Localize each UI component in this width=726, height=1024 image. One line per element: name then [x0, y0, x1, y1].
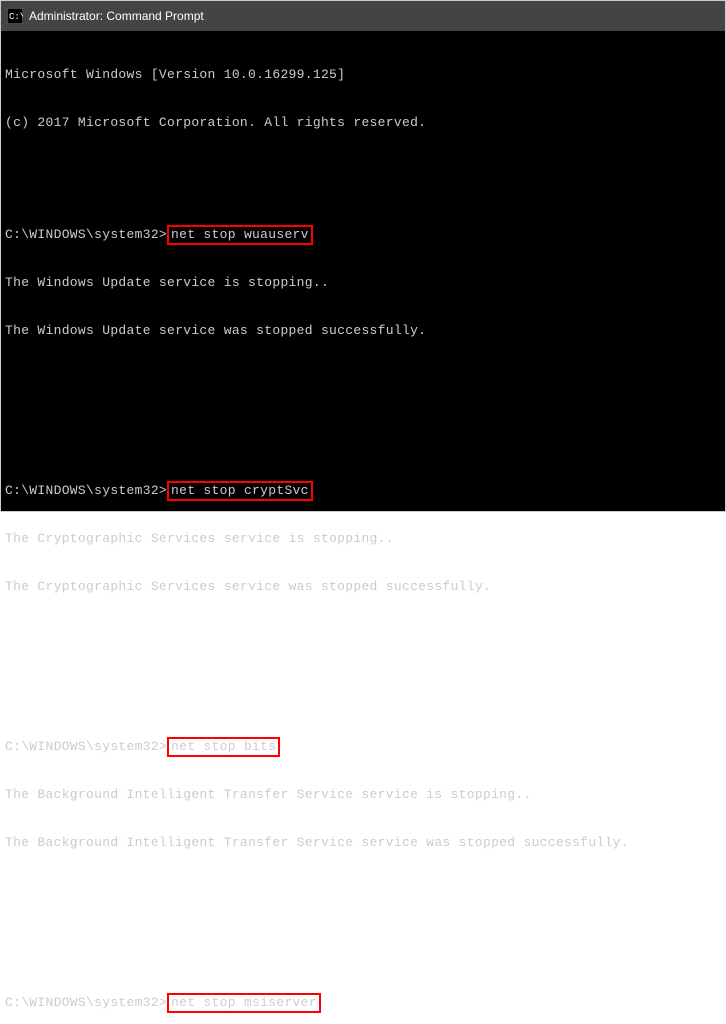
svg-text:C:\: C:\ [9, 12, 23, 22]
command-2: net stop bits [167, 737, 280, 757]
titlebar[interactable]: C:\ Administrator: Command Prompt [1, 1, 725, 31]
version-line: Microsoft Windows [Version 10.0.16299.12… [5, 67, 345, 82]
prompt: C:\WINDOWS\system32> [5, 739, 167, 754]
command-1: net stop cryptSvc [167, 481, 313, 501]
output-1-1: The Cryptographic Services service was s… [5, 579, 491, 594]
output-1-0: The Cryptographic Services service is st… [5, 531, 394, 546]
output-0-0: The Windows Update service is stopping.. [5, 275, 329, 290]
output-2-1: The Background Intelligent Transfer Serv… [5, 835, 629, 850]
window-title: Administrator: Command Prompt [29, 9, 204, 23]
terminal-area[interactable]: Microsoft Windows [Version 10.0.16299.12… [1, 31, 725, 511]
cmd-icon: C:\ [7, 8, 23, 24]
prompt: C:\WINDOWS\system32> [5, 995, 167, 1010]
copyright-line: (c) 2017 Microsoft Corporation. All righ… [5, 115, 426, 130]
command-3: net stop msiserver [167, 993, 321, 1013]
prompt: C:\WINDOWS\system32> [5, 483, 167, 498]
command-0: net stop wuauserv [167, 225, 313, 245]
output-0-1: The Windows Update service was stopped s… [5, 323, 426, 338]
prompt: C:\WINDOWS\system32> [5, 227, 167, 242]
output-2-0: The Background Intelligent Transfer Serv… [5, 787, 532, 802]
